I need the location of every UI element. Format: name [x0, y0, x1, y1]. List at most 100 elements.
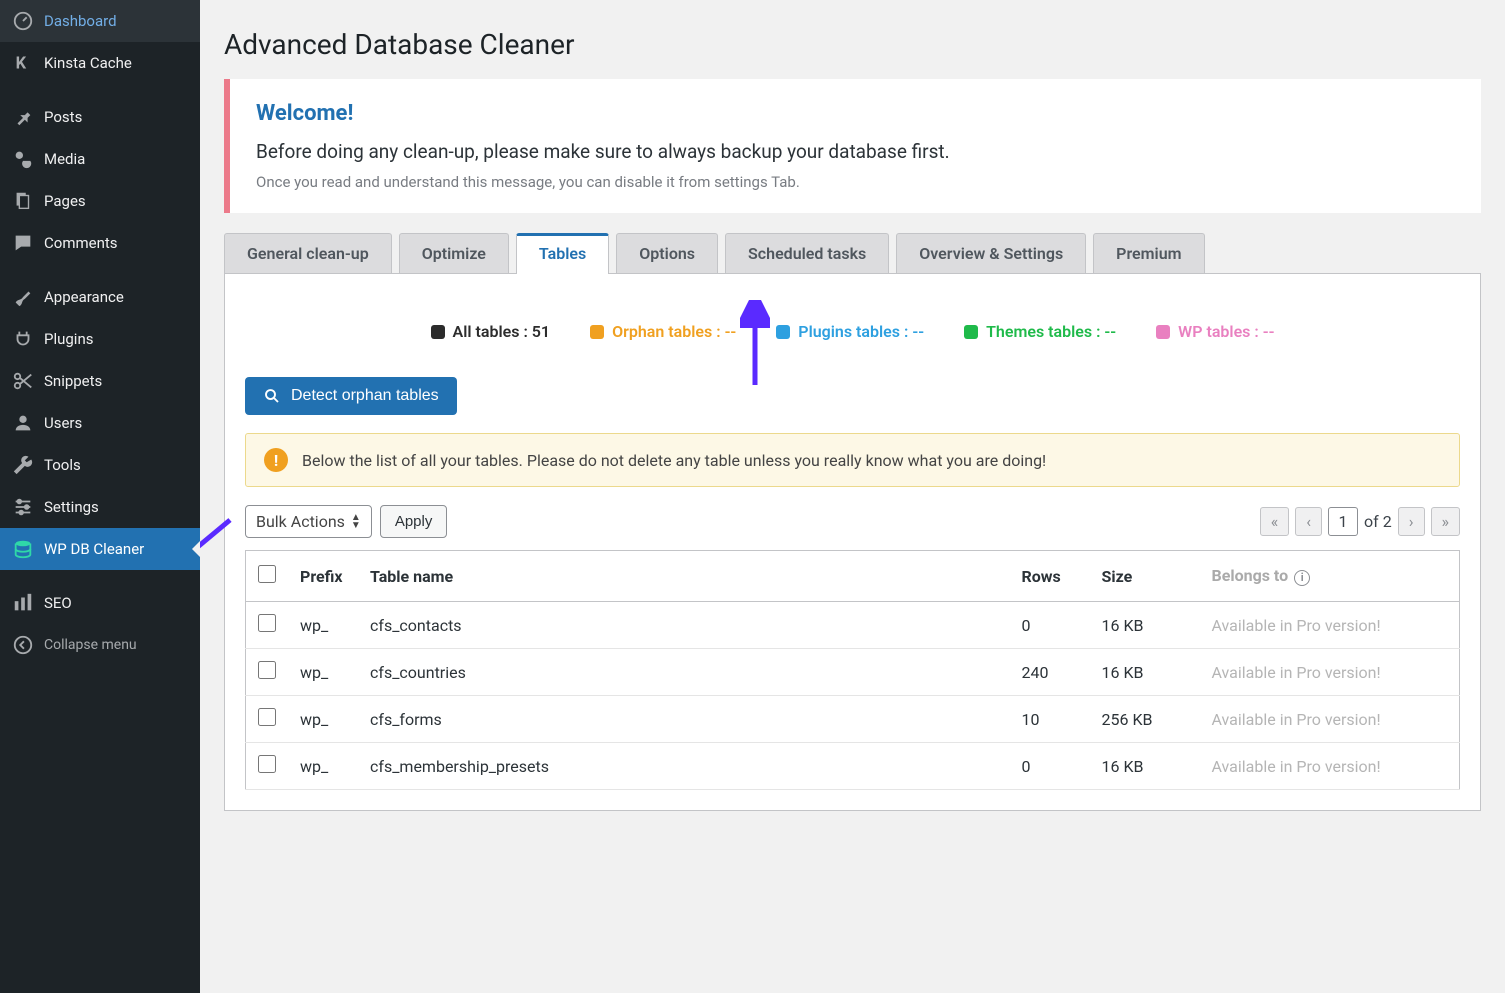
filter-themes-tables[interactable]: Themes tables : --: [964, 322, 1116, 341]
menu-label: Users: [44, 414, 82, 432]
menu-label: Posts: [44, 108, 82, 126]
filter-wp-tables[interactable]: WP tables : --: [1156, 322, 1274, 341]
plug-icon: [12, 328, 34, 350]
sidebar-item-settings[interactable]: Settings: [0, 486, 200, 528]
filter-orphan-tables[interactable]: Orphan tables : --: [590, 322, 736, 341]
cell-size: 16 KB: [1090, 649, 1200, 696]
search-icon: [263, 387, 281, 405]
tables-list: Prefix Table name Rows Size Belongs toi …: [245, 550, 1460, 790]
bulk-actions-select[interactable]: Bulk Actions ▲▼: [245, 505, 372, 538]
menu-label: WP DB Cleaner: [44, 540, 144, 558]
cell-rows: 240: [1010, 649, 1090, 696]
sidebar-item-kinsta-cache[interactable]: K Kinsta Cache: [0, 42, 200, 84]
welcome-text-2: Once you read and understand this messag…: [256, 173, 1455, 191]
tab-tables[interactable]: Tables: [516, 233, 609, 274]
menu-label: Kinsta Cache: [44, 54, 132, 72]
tab-premium[interactable]: Premium: [1093, 233, 1204, 273]
page-prev-button[interactable]: ‹: [1295, 507, 1322, 536]
col-table-name[interactable]: Table name: [358, 551, 1010, 602]
warning-text: Below the list of all your tables. Pleas…: [302, 451, 1046, 470]
menu-label: Pages: [44, 192, 86, 210]
sidebar-item-posts[interactable]: Posts: [0, 96, 200, 138]
cell-belongs: Available in Pro version!: [1200, 743, 1460, 790]
cell-table-name: cfs_contacts: [358, 602, 1010, 649]
seo-icon: [12, 592, 34, 614]
sidebar-item-media[interactable]: Media: [0, 138, 200, 180]
main-content: Advanced Database Cleaner Welcome! Befor…: [200, 0, 1505, 993]
apply-button[interactable]: Apply: [380, 505, 448, 538]
pagination: « ‹ 1 of 2 › »: [1260, 507, 1460, 536]
menu-label: Plugins: [44, 330, 93, 348]
warning-notice: ! Below the list of all your tables. Ple…: [245, 433, 1460, 487]
menu-label: Tools: [44, 456, 81, 474]
sidebar-item-tools[interactable]: Tools: [0, 444, 200, 486]
detect-orphan-tables-button[interactable]: Detect orphan tables: [245, 377, 457, 415]
page-next-button[interactable]: ›: [1398, 507, 1425, 536]
cell-prefix: wp_: [288, 649, 358, 696]
row-checkbox[interactable]: [258, 614, 276, 632]
table-row: wp_cfs_forms10256 KBAvailable in Pro ver…: [246, 696, 1460, 743]
cell-rows: 0: [1010, 743, 1090, 790]
brush-icon: [12, 286, 34, 308]
tab-overview-settings[interactable]: Overview & Settings: [896, 233, 1086, 273]
sidebar-item-seo[interactable]: SEO: [0, 582, 200, 624]
cell-size: 256 KB: [1090, 696, 1200, 743]
scissors-icon: [12, 370, 34, 392]
tab-options[interactable]: Options: [616, 233, 718, 273]
wrench-icon: [12, 454, 34, 476]
admin-sidebar: Dashboard K Kinsta Cache Posts Media Pages Com…: [0, 0, 200, 993]
db-icon: [12, 538, 34, 560]
menu-label: Dashboard: [44, 12, 117, 30]
sidebar-item-dashboard[interactable]: Dashboard: [0, 0, 200, 42]
page-last-button[interactable]: »: [1431, 507, 1461, 536]
sidebar-item-collapse-menu[interactable]: Collapse menu: [0, 624, 200, 666]
warning-icon: !: [264, 448, 288, 472]
nav-tabs: General clean-upOptimizeTablesOptionsSch…: [224, 233, 1481, 274]
col-belongs[interactable]: Belongs toi: [1200, 551, 1460, 602]
row-checkbox[interactable]: [258, 755, 276, 773]
cell-belongs: Available in Pro version!: [1200, 649, 1460, 696]
select-arrows-icon: ▲▼: [351, 514, 361, 530]
select-all-checkbox[interactable]: [258, 565, 276, 583]
sidebar-item-snippets[interactable]: Snippets: [0, 360, 200, 402]
tab-optimize[interactable]: Optimize: [399, 233, 509, 273]
page-title: Advanced Database Cleaner: [224, 28, 1481, 61]
filter-plugins-tables[interactable]: Plugins tables : --: [776, 322, 924, 341]
sidebar-item-comments[interactable]: Comments: [0, 222, 200, 264]
tab-general-clean-up[interactable]: General clean-up: [224, 233, 392, 273]
tab-scheduled-tasks[interactable]: Scheduled tasks: [725, 233, 889, 273]
menu-label: Settings: [44, 498, 99, 516]
col-prefix[interactable]: Prefix: [288, 551, 358, 602]
welcome-notice: Welcome! Before doing any clean-up, plea…: [224, 79, 1481, 213]
sliders-icon: [12, 496, 34, 518]
sidebar-item-wp-db-cleaner[interactable]: WP DB Cleaner: [0, 528, 200, 570]
sidebar-item-appearance[interactable]: Appearance: [0, 276, 200, 318]
menu-label: Media: [44, 150, 85, 168]
filter-all-tables[interactable]: All tables : 51: [431, 322, 551, 341]
sidebar-item-plugins[interactable]: Plugins: [0, 318, 200, 360]
menu-label: Appearance: [44, 288, 124, 306]
col-size[interactable]: Size: [1090, 551, 1200, 602]
cell-size: 16 KB: [1090, 602, 1200, 649]
table-filters: All tables : 51 Orphan tables : -- Plugi…: [245, 304, 1460, 359]
sidebar-item-users[interactable]: Users: [0, 402, 200, 444]
page-current-input[interactable]: 1: [1328, 507, 1358, 536]
page-total-label: of 2: [1364, 512, 1392, 531]
row-checkbox[interactable]: [258, 708, 276, 726]
row-checkbox[interactable]: [258, 661, 276, 679]
dashboard-icon: [12, 10, 34, 32]
cell-belongs: Available in Pro version!: [1200, 696, 1460, 743]
cell-prefix: wp_: [288, 743, 358, 790]
svg-text:K: K: [16, 55, 27, 74]
col-rows[interactable]: Rows: [1010, 551, 1090, 602]
page-first-button[interactable]: «: [1260, 507, 1290, 536]
cell-belongs: Available in Pro version!: [1200, 602, 1460, 649]
tab-panel: All tables : 51 Orphan tables : -- Plugi…: [224, 274, 1481, 811]
info-icon: i: [1294, 570, 1310, 586]
pin-icon: [12, 106, 34, 128]
cell-table-name: cfs_membership_presets: [358, 743, 1010, 790]
menu-label: Snippets: [44, 372, 102, 390]
cell-table-name: cfs_forms: [358, 696, 1010, 743]
sidebar-item-pages[interactable]: Pages: [0, 180, 200, 222]
media-icon: [12, 148, 34, 170]
